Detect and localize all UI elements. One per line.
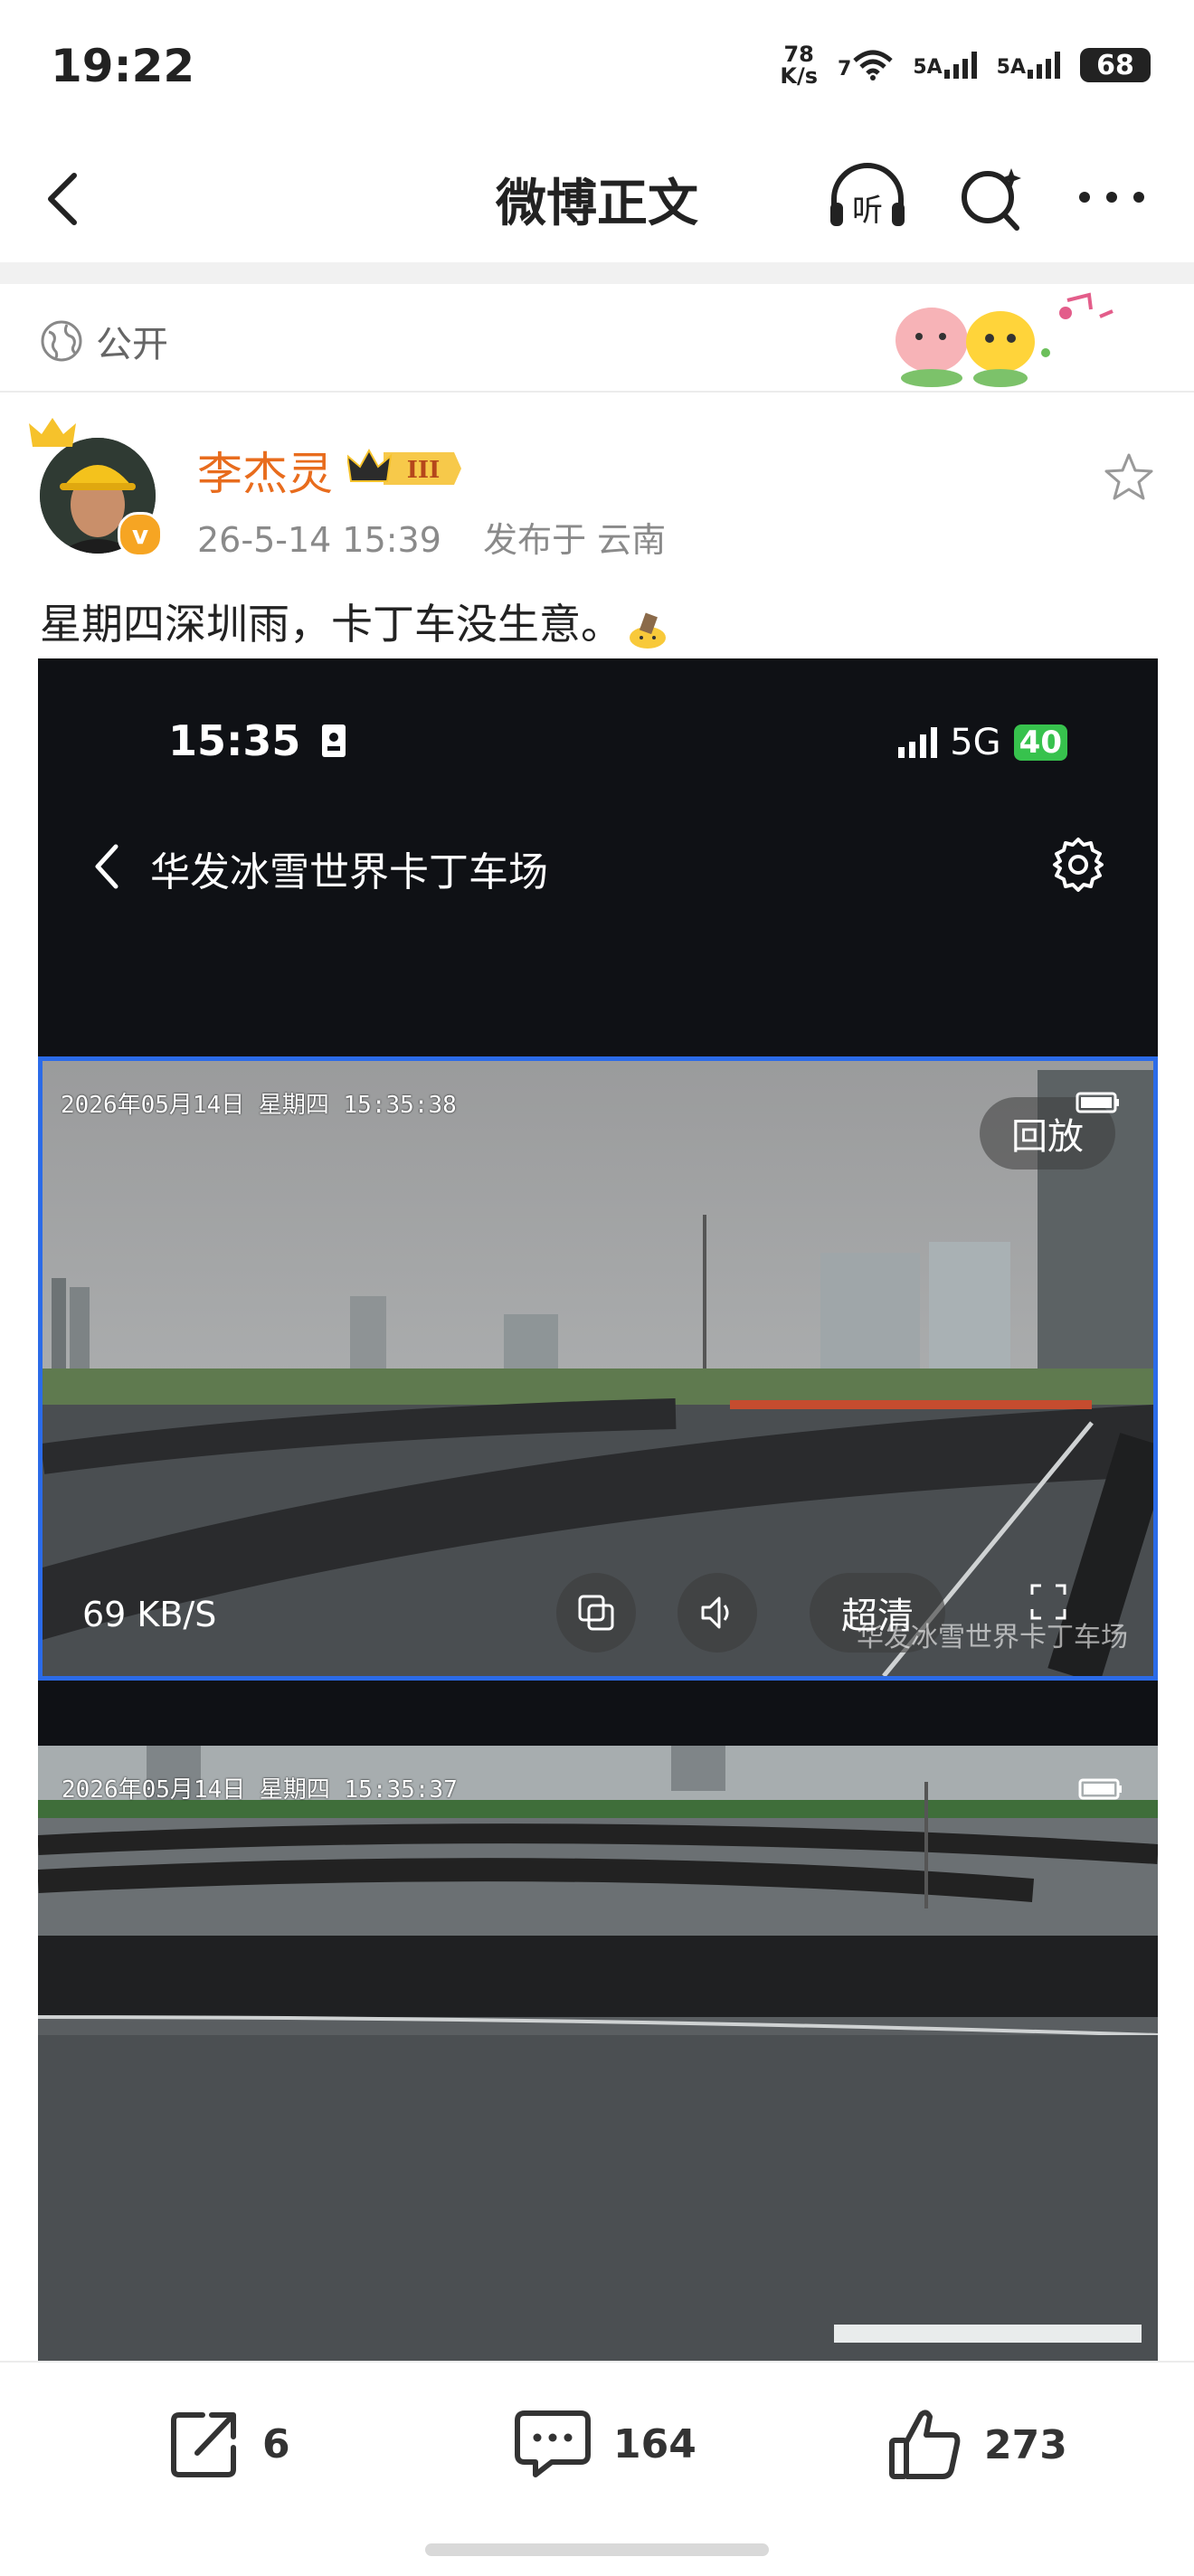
post-image[interactable]: 15:35 5G 40 华发冰雪世界卡丁车场 2026年05月14日 星期四 1… — [38, 658, 1158, 2363]
visibility-label: 公开 — [96, 324, 168, 365]
comment-icon — [515, 2410, 591, 2477]
wifi-icon: 7 — [838, 50, 893, 80]
favorite-button[interactable] — [1102, 450, 1156, 505]
cartoon-sticker — [886, 282, 1122, 391]
camera-1-timestamp: 2026年05月14日 星期四 15:35:38 — [61, 1092, 457, 1119]
camera-feed-2: 2026年05月14日 星期四 15:35:37 — [38, 1746, 1158, 2363]
network-speed: 78 K/s — [780, 42, 818, 89]
embedded-volume-button — [678, 1573, 757, 1653]
listen-button[interactable]: 听 — [827, 161, 905, 233]
battery-icon: 68 — [1080, 48, 1151, 82]
like-count: 273 — [984, 2421, 1067, 2468]
chevron-left-icon — [95, 844, 118, 889]
tire-barrier-scene — [38, 1746, 1158, 2363]
embedded-back-button — [89, 839, 125, 894]
embedded-settings-button — [1049, 836, 1107, 894]
post-meta: 26-5-14 15:39 发布于 云南 — [197, 512, 666, 562]
emoji-icon — [626, 610, 669, 649]
stream-speed: 69 KB/S — [82, 1595, 217, 1634]
home-indicator[interactable] — [425, 2543, 769, 2556]
more-button[interactable] — [1071, 161, 1144, 233]
id-card-icon — [322, 724, 346, 757]
member-level-badge[interactable]: III — [346, 447, 465, 490]
post-location: 发布于 云南 — [483, 520, 667, 560]
verified-badge-icon: v — [118, 512, 163, 557]
section-divider — [0, 262, 1194, 284]
signal-icon-sim1: 5A — [913, 52, 977, 79]
svg-text:听: 听 — [852, 193, 883, 229]
volume-icon — [701, 1596, 729, 1629]
embedded-signal-icon — [898, 727, 938, 758]
like-button[interactable]: 273 — [886, 2406, 1067, 2484]
crown-decoration-icon — [27, 416, 78, 456]
embedded-status-time: 15:35 — [168, 716, 347, 765]
battery-indicator-icon — [1076, 1092, 1121, 1117]
gear-icon — [1053, 838, 1104, 892]
embedded-page-title: 华发冰雪世界卡丁车场 — [150, 849, 548, 895]
status-icons: 78 K/s 7 5A 5A 68 — [780, 43, 1151, 87]
action-bar-divider — [0, 2361, 1194, 2363]
search-icon — [962, 168, 1021, 231]
signal-icon-sim2: 5A — [997, 52, 1060, 79]
share-icon — [171, 2412, 236, 2477]
search-button[interactable] — [955, 161, 1028, 233]
repost-count: 6 — [262, 2420, 290, 2467]
embedded-status-icons: 5G 40 — [898, 722, 1067, 763]
thumbs-up-icon — [889, 2410, 961, 2479]
visibility-row: 公开 — [40, 315, 168, 367]
embedded-battery-icon: 40 — [1013, 724, 1067, 761]
post-text: 星期四深圳雨，卡丁车没生意。 — [40, 592, 669, 651]
status-time: 19:22 — [51, 40, 195, 92]
status-bar: 19:22 78 K/s 7 5A 5A 68 — [0, 0, 1194, 136]
camera-feed-1: 2026年05月14日 星期四 15:35:38 回放 69 KB/S 超清 华… — [38, 1056, 1158, 1681]
comment-button[interactable]: 164 — [512, 2406, 696, 2482]
post-timestamp: 26-5-14 15:39 — [197, 520, 441, 560]
camera-2-timestamp: 2026年05月14日 星期四 15:35:37 — [62, 1776, 458, 1804]
star-icon — [1104, 453, 1153, 500]
svg-text:III: III — [407, 457, 441, 484]
headphone-icon: 听 — [830, 163, 905, 229]
capture-icon — [578, 1595, 614, 1631]
comment-count: 164 — [613, 2420, 696, 2467]
battery-indicator-icon — [1078, 1778, 1123, 1804]
embedded-screenshot-button — [556, 1573, 636, 1653]
globe-icon — [41, 320, 82, 362]
camera-watermark: 华发冰雪世界卡丁车场 — [857, 1622, 1128, 1653]
repost-button[interactable]: 6 — [166, 2406, 290, 2482]
more-icon — [1079, 192, 1144, 203]
author-name[interactable]: 李杰灵 — [197, 438, 333, 503]
divider — [0, 391, 1194, 393]
